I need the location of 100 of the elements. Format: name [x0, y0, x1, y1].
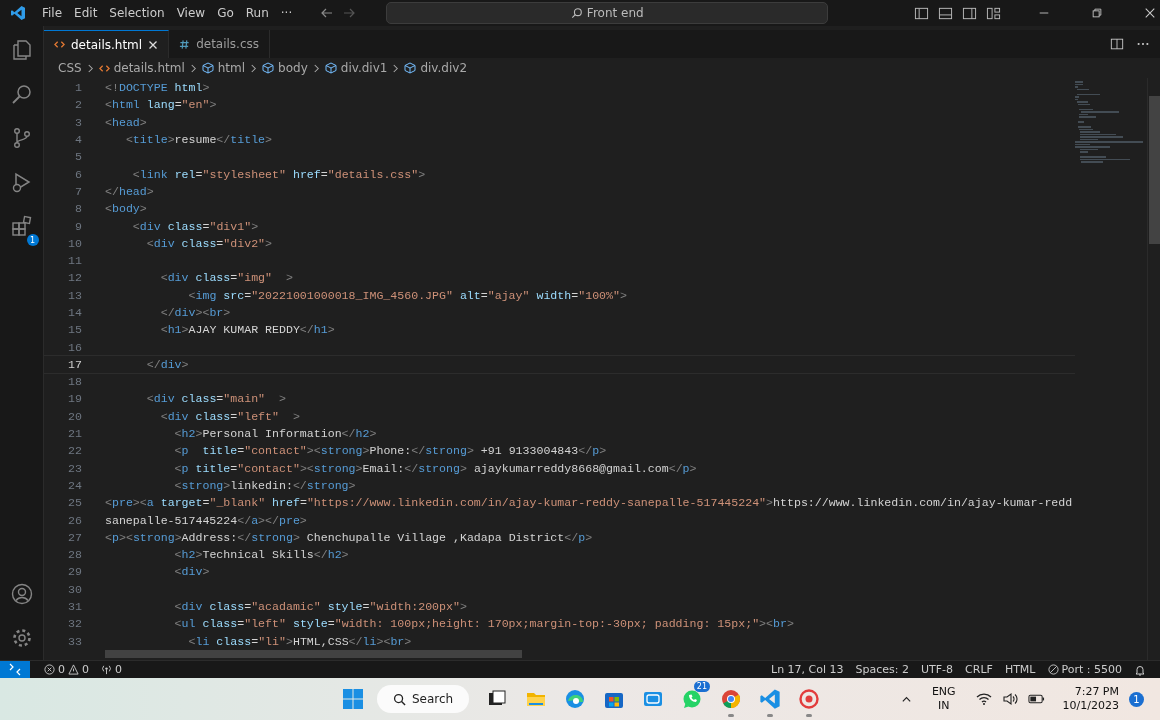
code-line: <h1>AJAY KUMAR REDDY</h1> [159, 323, 335, 337]
breadcrumb-item[interactable]: details.html [113, 61, 185, 75]
taskbar-search-field[interactable]: Search [377, 685, 469, 713]
status-item[interactable]: HTML [998, 663, 1042, 676]
code-line: <title>resume</title> [124, 133, 273, 147]
line-number: 24 [67, 478, 82, 492]
code-line: <div class="img" > [159, 271, 293, 285]
account-icon[interactable] [9, 582, 34, 606]
speaker-icon[interactable] [1001, 692, 1018, 706]
code-line: <head> [105, 115, 147, 129]
code-line: <div> [173, 565, 210, 579]
breadcrumb-item[interactable]: body [278, 61, 308, 75]
menu-item[interactable]: Go [211, 6, 240, 20]
command-search-field[interactable]: Front end [386, 2, 829, 24]
menu-item[interactable]: View [170, 6, 212, 20]
menu-item[interactable]: ··· [274, 6, 299, 20]
breadcrumb-item[interactable]: html [217, 61, 246, 75]
back-arrow-icon[interactable] [320, 6, 335, 20]
broadcast-icon [101, 664, 112, 675]
chevron-icon [392, 63, 400, 73]
horizontal-scrollbar[interactable] [105, 650, 522, 658]
search-icon [392, 692, 406, 706]
editor-tab[interactable]: details.html [44, 30, 170, 58]
editor-tab[interactable]: details.css [169, 30, 271, 58]
close-icon[interactable] [148, 39, 159, 50]
code-line: <p title="contact"><strong>Phone:</strong> +91 9133004843</p> [173, 444, 607, 458]
line-number: 30 [67, 582, 82, 596]
line-number: 11 [67, 254, 82, 268]
toggle-secondary-sidebar-icon[interactable] [962, 5, 977, 21]
code-line: <link rel="stylesheet" href="details.css"> [131, 167, 426, 181]
status-item[interactable]: CRLF [959, 663, 999, 676]
language-indicator[interactable]: ENG IN [931, 685, 956, 713]
breadcrumb-item[interactable]: div.div2 [420, 61, 468, 75]
target-icon[interactable] [798, 688, 820, 717]
browser-icon[interactable] [720, 688, 742, 717]
code-line: <pre><a target="_blank" href="https://www.linkedin.com/in/ajay-kumar-reddy-sanepalle-517445224">https://www.linkedin.com/in/ajay-kumar-redd [105, 496, 1073, 510]
menu-item[interactable]: File [36, 6, 69, 20]
menu-item[interactable]: Selection [103, 6, 171, 20]
code-editor-icon[interactable] [759, 688, 781, 717]
line-number: 15 [67, 323, 82, 337]
code-line: </div> [145, 357, 189, 371]
breadcrumb-item[interactable]: div.div1 [340, 61, 388, 75]
clock[interactable]: 7:27 PM 10/1/2023 [1062, 685, 1119, 713]
blocked-icon [1047, 664, 1059, 675]
layout-icon[interactable] [986, 5, 1001, 21]
code-line: <strong>linkedin:</strong> [173, 478, 356, 492]
line-number: 32 [67, 617, 82, 631]
menu-item[interactable]: Run [239, 6, 275, 20]
code-line: <p><strong>Address:</strong> Chenchupalle Village ,Kadapa District</p> [105, 530, 593, 544]
live-server-button[interactable]: Port : 5500 [1041, 663, 1128, 676]
close-icon[interactable] [1144, 7, 1156, 19]
battery-icon[interactable] [1027, 693, 1045, 705]
cube-icon [201, 62, 214, 74]
code-line: </div><br> [159, 306, 231, 319]
notification-badge[interactable]: 1 [1129, 691, 1144, 707]
search-icon [570, 7, 583, 19]
toggle-sidebar-icon[interactable] [914, 5, 929, 21]
status-item[interactable]: UTF-8 [915, 663, 960, 676]
status-item[interactable]: Spaces: 2 [849, 663, 915, 676]
code-line: <div class="div1"> [131, 219, 259, 233]
code-line: <li class="li">HTML,CSS</li><br> [187, 634, 412, 648]
toggle-panel-icon[interactable] [938, 5, 953, 21]
split-editor-icon[interactable] [1110, 37, 1124, 51]
extensions-icon[interactable] [9, 214, 34, 238]
line-number: 28 [67, 548, 82, 562]
css-file-icon [179, 38, 191, 50]
error-icon [44, 664, 55, 675]
ports-button[interactable]: 0 [95, 663, 128, 676]
line-number: 5 [74, 150, 82, 164]
code-line: <html lang="en"> [105, 98, 217, 112]
breadcrumb-item[interactable]: CSS [58, 61, 82, 75]
update-badge: 1 [26, 234, 39, 246]
warning-icon [68, 664, 79, 675]
bell-icon[interactable] [1134, 663, 1146, 676]
problems-button[interactable]: 0 0 [38, 663, 95, 676]
line-number: 1 [74, 81, 82, 95]
menu-item[interactable]: Edit [68, 6, 104, 20]
line-number: 21 [67, 427, 82, 441]
start-icon[interactable] [342, 688, 364, 710]
chevron-icon [250, 63, 258, 73]
status-item[interactable]: Ln 17, Col 13 [765, 663, 850, 676]
line-number: 2 [74, 98, 82, 112]
line-number: 16 [67, 340, 82, 354]
line-number: 3 [74, 115, 82, 129]
line-number: 7 [74, 184, 82, 198]
line-number: 27 [67, 530, 82, 544]
wifi-icon[interactable] [975, 692, 992, 706]
chevron-icon [312, 63, 320, 73]
code-line: <div class="left" > [159, 409, 300, 423]
line-number: 9 [74, 219, 82, 233]
vertical-scrollbar[interactable] [1149, 96, 1160, 244]
line-number: 6 [74, 167, 82, 181]
remote-icon[interactable] [0, 661, 30, 678]
line-number: 22 [67, 444, 82, 458]
code-line: <h2>Personal Information</h2> [173, 427, 377, 441]
line-number: 25 [67, 496, 82, 510]
restore-icon[interactable] [1091, 7, 1103, 19]
code-line: <img src="20221001000018_IMG_4560.JPG" alt="ajay" width="100%"> [187, 288, 627, 302]
line-number: 20 [67, 409, 82, 423]
line-number: 14 [67, 306, 82, 319]
